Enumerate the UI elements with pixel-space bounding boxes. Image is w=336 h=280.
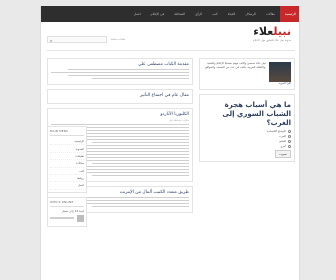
- poll-widget: ما هي أسباب هجرة الشباب السوري إلى الغرب…: [199, 93, 295, 162]
- logo-accent: نبيل: [273, 25, 291, 38]
- post-title[interactable]: الكلتوريا الآتاردو: [51, 112, 189, 117]
- main-menu-heading: MAIN MENU: [50, 129, 84, 136]
- poll-option-label: التعليم: [279, 139, 286, 143]
- radio-button[interactable]: [288, 144, 291, 148]
- author-photo: [269, 62, 291, 82]
- menu-item[interactable]: مقالات: [50, 160, 84, 168]
- search-icon[interactable]: ⌕: [50, 38, 52, 43]
- nav-item-2[interactable]: مقالات: [261, 6, 280, 22]
- poll-option-label: الحرب: [278, 134, 286, 138]
- radio-button[interactable]: [288, 129, 291, 133]
- nav-item-6[interactable]: الرأي: [190, 6, 207, 22]
- who-online-widget: WHO'S ONLINE لدينا 12 زائر متصل: [47, 196, 87, 227]
- post-card: مقال عام في اجتماع التأثير: [47, 88, 193, 104]
- header-divider: [47, 50, 295, 51]
- post-card: مقدمة الكتاب مصطفى علي: [47, 58, 193, 85]
- nav-item-3[interactable]: الرسائل: [240, 6, 261, 22]
- avatar: [77, 214, 84, 222]
- post-title[interactable]: مقدمة الكتاب مصطفى علي: [51, 62, 189, 67]
- poll-option[interactable]: الأوضاع الاقتصادية: [203, 129, 291, 133]
- online-user: [50, 214, 84, 222]
- text-line: [50, 217, 74, 219]
- text-line: [92, 141, 189, 144]
- nav-item-8[interactable]: في الإعلام: [146, 6, 170, 22]
- text-line: [92, 77, 189, 80]
- breadcrumb: حلقات سابقة: [111, 38, 126, 41]
- vote-button[interactable]: تصويت: [274, 149, 291, 158]
- nav-item-4[interactable]: الحياة: [223, 6, 241, 22]
- nav-item-7[interactable]: الصحافة: [169, 6, 190, 22]
- text-line: [92, 205, 189, 207]
- poll-option-label: أخرى: [280, 144, 286, 148]
- bio-more-link[interactable]: اقرأ المزيد: [203, 81, 291, 86]
- page-container: الرئيسية مقالات الرسائل الحياة كتب الرأي…: [40, 6, 300, 280]
- main-menu-list: الرئيسية المدونة تعليقات مقالات كتب رواب…: [50, 138, 84, 190]
- nav-item-home[interactable]: الرئيسية: [280, 6, 299, 22]
- logo-main: علاء: [253, 25, 274, 38]
- top-navigation: الرئيسية مقالات الرسائل الحياة كتب الرأي…: [41, 6, 299, 22]
- radio-button[interactable]: [288, 139, 291, 143]
- left-widgets: MAIN MENU الرئيسية المدونة تعليقات مقالا…: [47, 126, 87, 231]
- site-tagline: مدونة نبيل علاء للتعليق حول الإعلام: [252, 39, 291, 42]
- text-line: [67, 69, 189, 71]
- poll-option[interactable]: التعليم: [203, 139, 291, 143]
- menu-item[interactable]: المدونة: [50, 145, 84, 153]
- who-online-heading: WHO'S ONLINE: [50, 200, 84, 207]
- radio-button[interactable]: [288, 134, 291, 138]
- text-line: [92, 162, 189, 165]
- sidebar: نبيل علاء صحفي وكاتب مهتم بقضايا الإعلام…: [199, 58, 295, 166]
- poll-option[interactable]: الحرب: [203, 134, 291, 138]
- poll-question: ما هي أسباب هجرة الشباب السوري إلى الغرب…: [222, 100, 291, 127]
- site-logo[interactable]: نبيلعلاء: [253, 25, 291, 38]
- bio-widget: نبيل علاء صحفي وكاتب مهتم بقضايا الإعلام…: [199, 58, 295, 90]
- text-line: [92, 174, 189, 177]
- text-line: [51, 71, 189, 74]
- menu-item[interactable]: الرئيسية: [50, 138, 84, 146]
- nav-item-9[interactable]: اتصل: [129, 6, 146, 22]
- post-meta: مكتوب بواسطة نبيل: [168, 118, 189, 122]
- nav-item-5[interactable]: كتب: [207, 6, 223, 22]
- menu-item[interactable]: اتصل: [50, 182, 84, 190]
- poll-option-label: الأوضاع الاقتصادية: [266, 129, 286, 133]
- post-title[interactable]: مقال عام في اجتماع التأثير: [51, 93, 189, 98]
- online-count: لدينا 12 زائر متصل: [61, 208, 84, 213]
- search-input[interactable]: ⌕: [47, 36, 107, 43]
- menu-item[interactable]: كتب: [50, 168, 84, 175]
- menu-item[interactable]: تعليقات: [50, 153, 84, 161]
- main-menu-widget: MAIN MENU الرئيسية المدونة تعليقات مقالا…: [47, 126, 87, 193]
- text-line: [67, 74, 189, 77]
- poll-option[interactable]: أخرى: [203, 144, 291, 148]
- menu-item[interactable]: روابط: [50, 175, 84, 183]
